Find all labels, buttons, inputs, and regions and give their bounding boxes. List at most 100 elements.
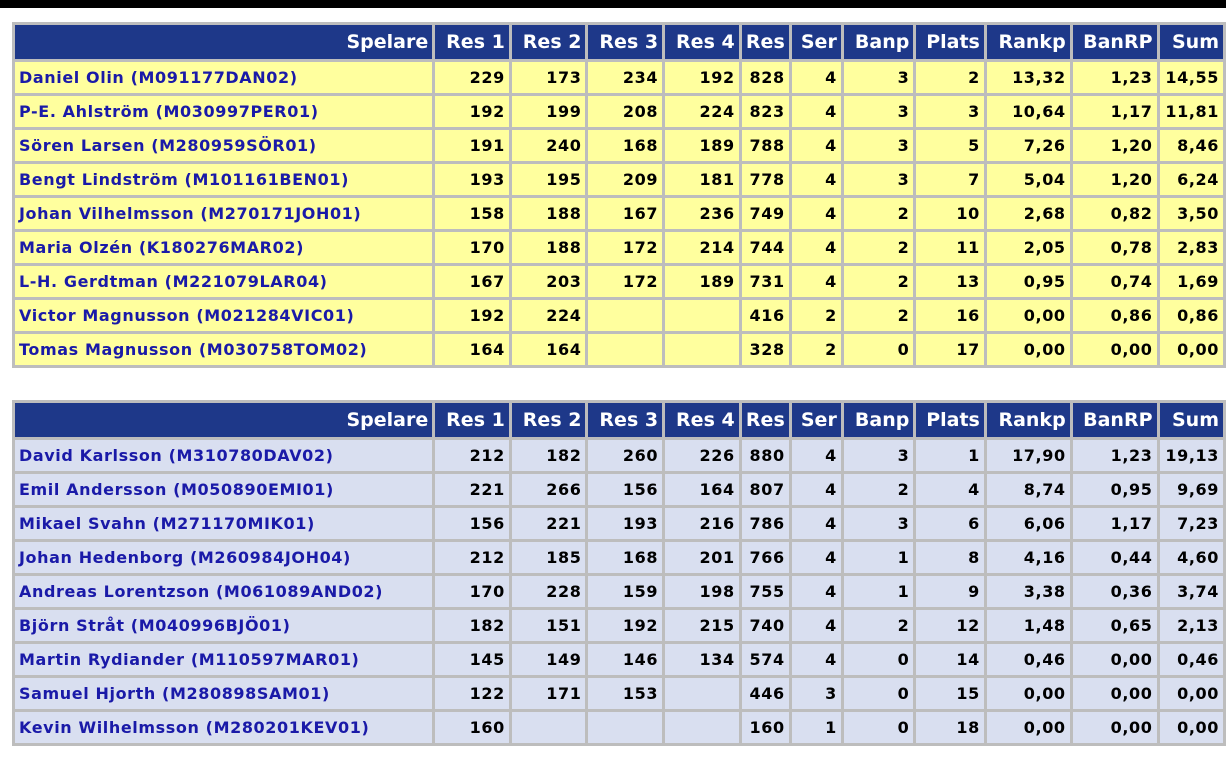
table-row: Mikael Svahn (M271170MIK01) 156 221 193 216 7…: [15, 508, 1223, 539]
cell-res-1: 170: [435, 576, 509, 607]
cell-rankp: 0,00: [986, 300, 1070, 331]
table-row: Martin Rydiander (M110597MAR01) 145 149 146…: [15, 644, 1223, 675]
header-row: Spelare Res 1 Res 2 Res 3 Res 4 Res Ser Banp Pla…: [15, 403, 1223, 437]
cell-res-1: 212: [435, 542, 509, 573]
column-header-res: Res: [741, 25, 789, 59]
cell-res-2: 182: [511, 440, 586, 471]
column-header-plats: Plats: [916, 25, 984, 59]
cell-res: 823: [741, 96, 789, 127]
cell-res-4: 224: [665, 96, 739, 127]
cell-res-4: 189: [665, 266, 739, 297]
table-row: P-E. Ahlström (M030997PER01) 192 199 208 224…: [15, 96, 1223, 127]
cell-banp: 3: [843, 164, 914, 195]
cell-banp: 2: [843, 474, 914, 505]
table-row: Sören Larsen (M280959SÖR01) 191 240 168 189 7…: [15, 130, 1223, 161]
player-name-cell: Martin Rydiander (M110597MAR01): [15, 644, 433, 675]
column-header-res-3: Res 3: [588, 25, 663, 59]
cell-sum: 0,46: [1159, 644, 1223, 675]
cell-plats: 4: [916, 474, 984, 505]
cell-res: 749: [741, 198, 789, 229]
table-row: Daniel Olin (M091177DAN02) 229 173 234 192 82…: [15, 62, 1223, 93]
cell-plats: 13: [916, 266, 984, 297]
cell-rankp: 2,68: [986, 198, 1070, 229]
cell-res-4: [665, 300, 739, 331]
cell-rankp: 1,48: [986, 610, 1070, 641]
column-header-ser: Ser: [791, 403, 841, 437]
table-row: Maria Olzén (K180276MAR02) 170 188 172 214 74…: [15, 232, 1223, 263]
cell-res-4: 214: [665, 232, 739, 263]
cell-banp: 0: [843, 334, 914, 365]
cell-res-3: [588, 712, 663, 743]
column-header-res-2: Res 2: [511, 25, 586, 59]
cell-banp: 3: [843, 62, 914, 93]
player-name-cell: Johan Vilhelmsson (M270171JOH01): [15, 198, 433, 229]
cell-banrp: 0,00: [1072, 712, 1157, 743]
cell-plats: 17: [916, 334, 984, 365]
cell-plats: 5: [916, 130, 984, 161]
cell-banp: 2: [843, 300, 914, 331]
cell-ser: 4: [791, 96, 841, 127]
cell-ser: 4: [791, 164, 841, 195]
player-name-cell: Maria Olzén (K180276MAR02): [15, 232, 433, 263]
column-header-ser: Ser: [791, 25, 841, 59]
column-header-spelare: Spelare: [15, 403, 433, 437]
cell-res: 731: [741, 266, 789, 297]
cell-banp: 0: [843, 644, 914, 675]
column-header-sum: Sum: [1159, 25, 1223, 59]
cell-res-1: 167: [435, 266, 509, 297]
cell-res: 786: [741, 508, 789, 539]
cell-ser: 2: [791, 300, 841, 331]
cell-res: 446: [741, 678, 789, 709]
player-name-cell: David Karlsson (M310780DAV02): [15, 440, 433, 471]
cell-plats: 18: [916, 712, 984, 743]
table-row: Bengt Lindström (M101161BEN01) 193 195 209 1…: [15, 164, 1223, 195]
cell-ser: 4: [791, 576, 841, 607]
results-table-1-container: Spelare Res 1 Res 2 Res 3 Res 4 Res Ser Banp Pla…: [12, 22, 1226, 368]
cell-res-4: 192: [665, 62, 739, 93]
cell-res-4: [665, 334, 739, 365]
cell-ser: 4: [791, 198, 841, 229]
cell-res-2: 164: [511, 334, 586, 365]
column-header-banp: Banp: [843, 25, 914, 59]
cell-res-4: 236: [665, 198, 739, 229]
cell-plats: 1: [916, 440, 984, 471]
cell-res-1: 191: [435, 130, 509, 161]
cell-res-4: 201: [665, 542, 739, 573]
cell-banrp: 0,78: [1072, 232, 1157, 263]
column-header-res-3: Res 3: [588, 403, 663, 437]
cell-ser: 2: [791, 334, 841, 365]
cell-res: 755: [741, 576, 789, 607]
cell-res-3: 208: [588, 96, 663, 127]
cell-res-3: 172: [588, 232, 663, 263]
cell-res: 880: [741, 440, 789, 471]
cell-sum: 2,83: [1159, 232, 1223, 263]
cell-rankp: 8,74: [986, 474, 1070, 505]
cell-banrp: 0,00: [1072, 334, 1157, 365]
cell-sum: 0,00: [1159, 678, 1223, 709]
cell-res-1: 229: [435, 62, 509, 93]
cell-res-1: 122: [435, 678, 509, 709]
column-header-spelare: Spelare: [15, 25, 433, 59]
cell-res-1: 182: [435, 610, 509, 641]
cell-banp: 0: [843, 678, 914, 709]
cell-res-2: 228: [511, 576, 586, 607]
cell-plats: 16: [916, 300, 984, 331]
cell-banrp: 1,17: [1072, 508, 1157, 539]
cell-res-1: 145: [435, 644, 509, 675]
cell-res-3: 168: [588, 130, 663, 161]
column-header-rankp: Rankp: [986, 403, 1070, 437]
cell-plats: 6: [916, 508, 984, 539]
cell-sum: 0,00: [1159, 712, 1223, 743]
cell-ser: 4: [791, 62, 841, 93]
cell-res-1: 170: [435, 232, 509, 263]
cell-ser: 4: [791, 266, 841, 297]
cell-res-3: [588, 300, 663, 331]
player-name-cell: Mikael Svahn (M271170MIK01): [15, 508, 433, 539]
cell-plats: 10: [916, 198, 984, 229]
cell-res: 328: [741, 334, 789, 365]
cell-res-3: 192: [588, 610, 663, 641]
cell-res-1: 221: [435, 474, 509, 505]
cell-res-4: 215: [665, 610, 739, 641]
cell-rankp: 0,95: [986, 266, 1070, 297]
results-table-2: Spelare Res 1 Res 2 Res 3 Res 4 Res Ser Banp Pla…: [12, 400, 1226, 746]
